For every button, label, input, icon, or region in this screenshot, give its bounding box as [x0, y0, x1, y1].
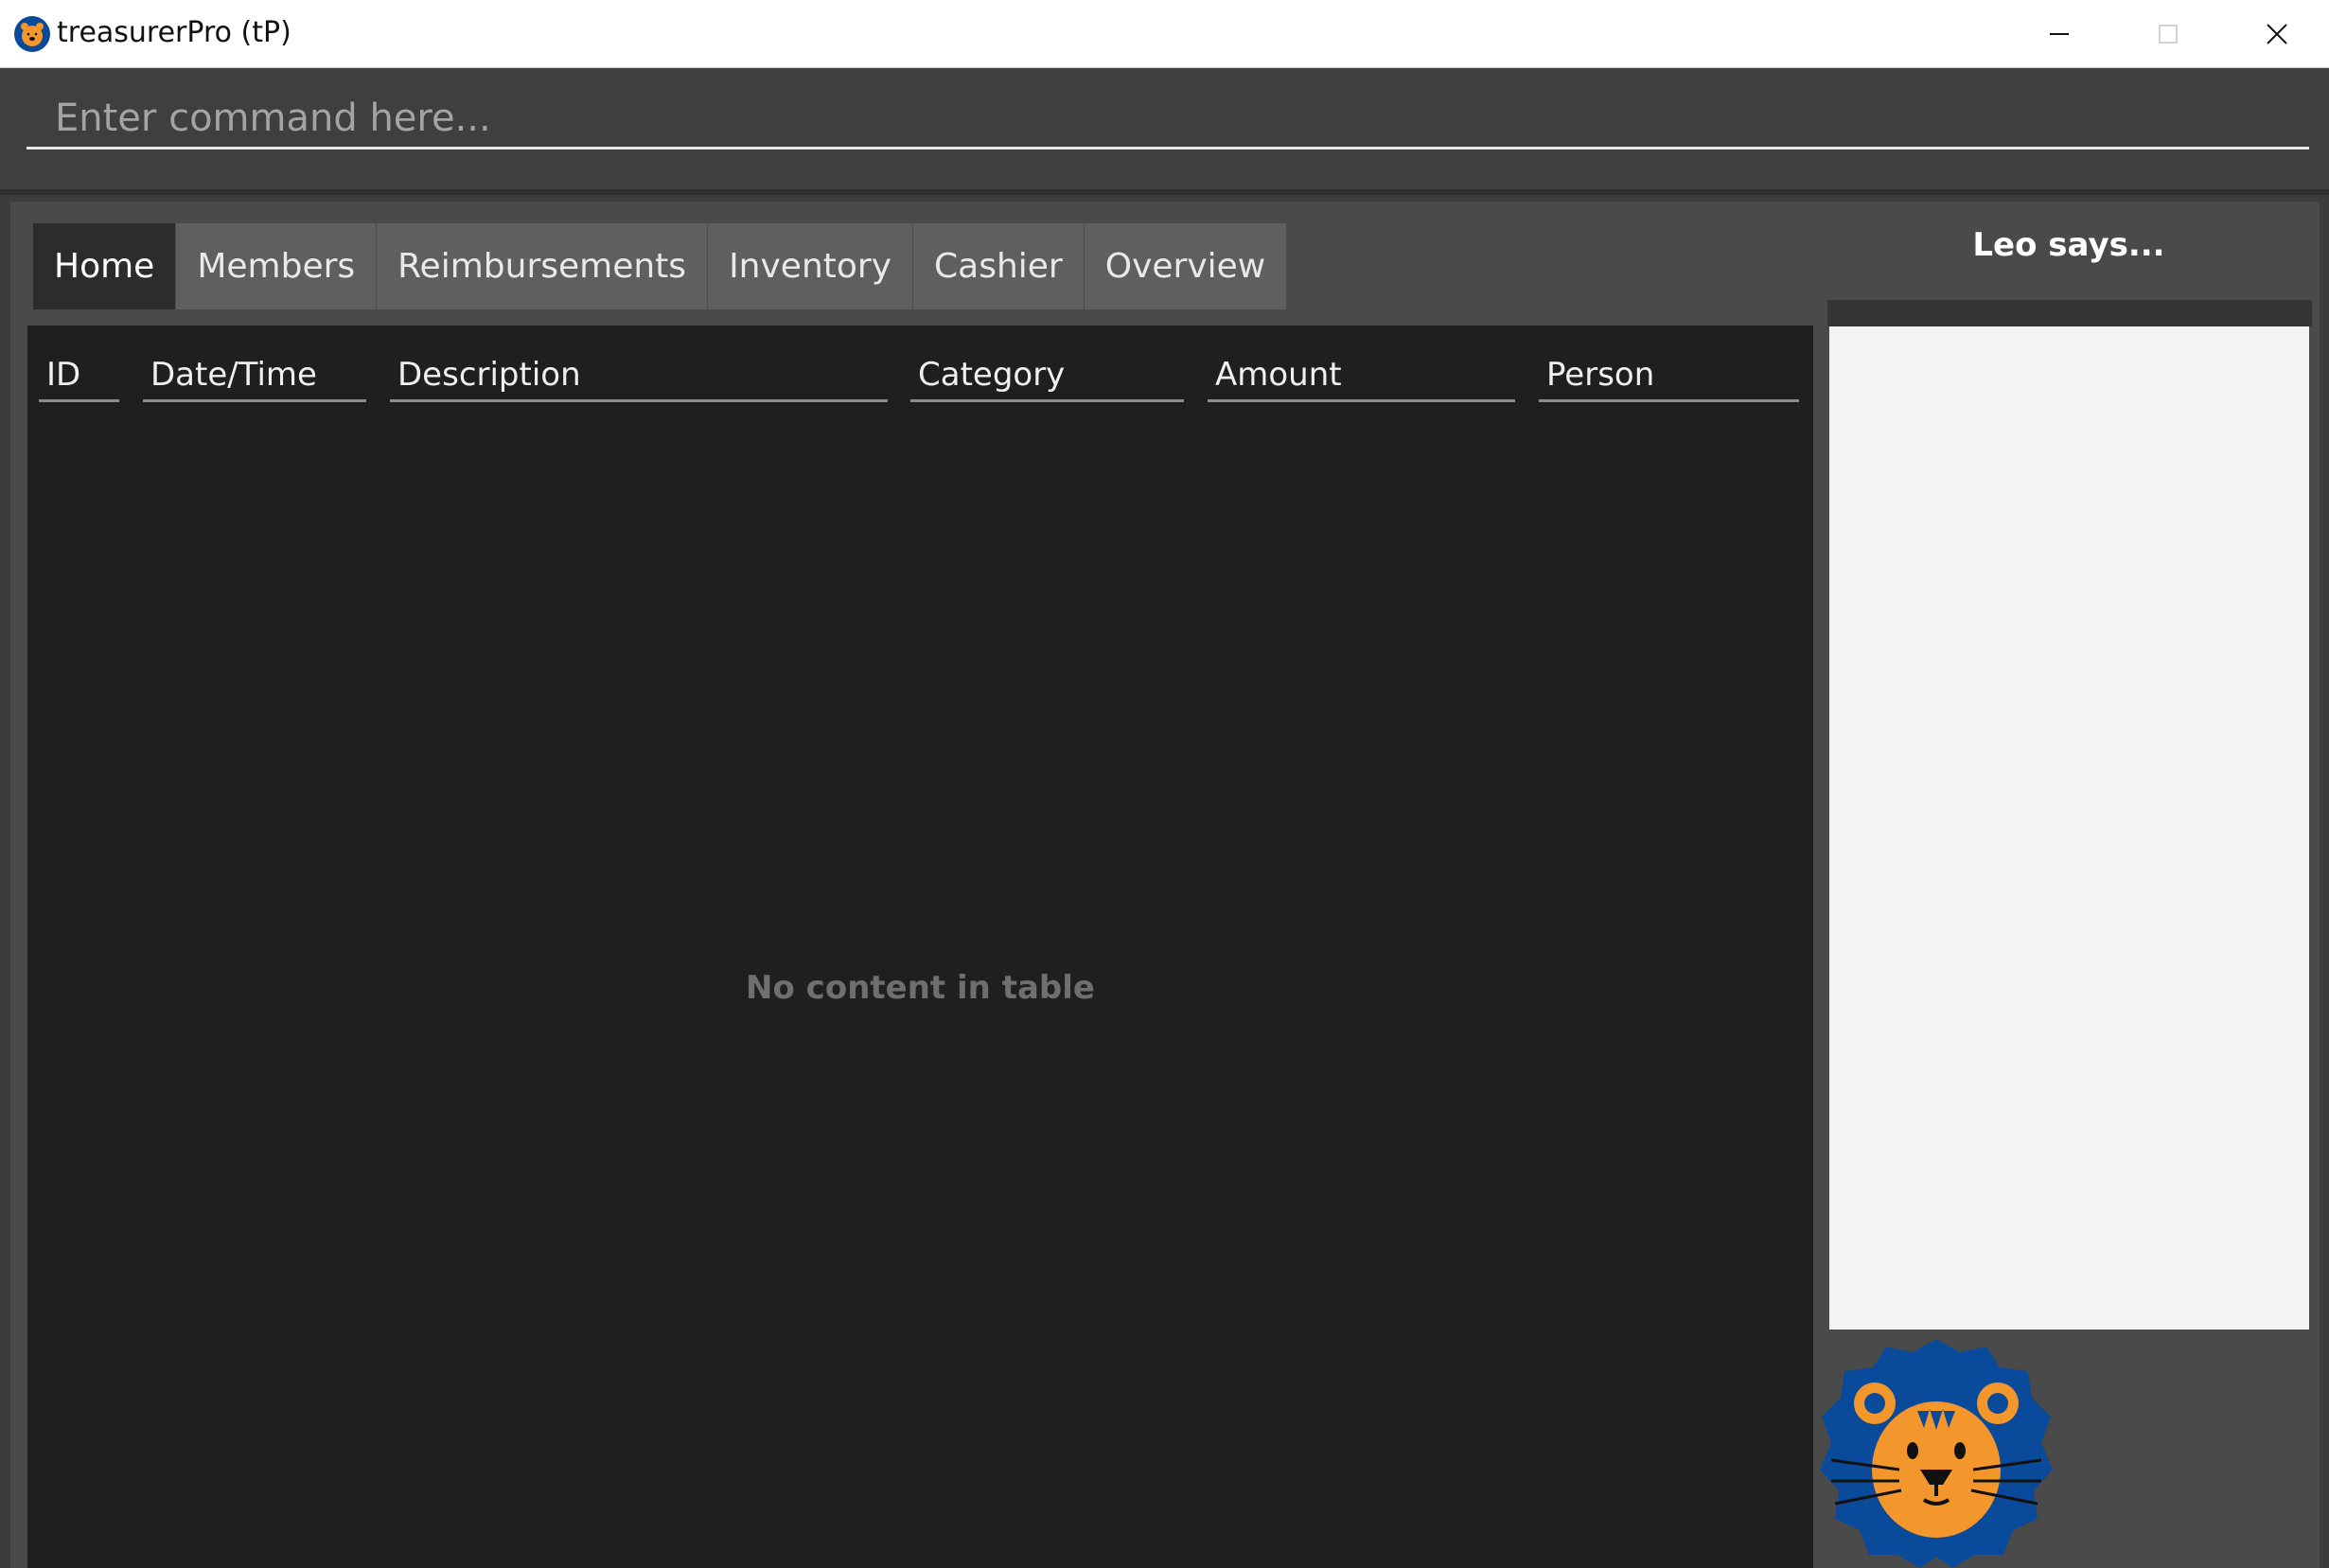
column-header-datetime[interactable]: Date/Time [143, 349, 366, 402]
tab-inventory[interactable]: Inventory [708, 223, 914, 309]
tab-home[interactable]: Home [33, 223, 177, 309]
empty-table-message: No content in table [746, 969, 1095, 1007]
command-input[interactable] [26, 89, 2309, 150]
minimize-icon [2049, 33, 2069, 35]
title-bar: treasurerPro (tP) [0, 0, 2329, 68]
transactions-table[interactable]: ID Date/Time Description Category Amount… [27, 326, 1813, 1568]
column-header-id[interactable]: ID [39, 349, 119, 402]
tab-bar: Home Members Reimbursements Inventory Ca… [33, 223, 1288, 309]
tab-overview[interactable]: Overview [1084, 223, 1288, 309]
window-title: treasurerPro (tP) [57, 16, 291, 49]
divider [0, 189, 2329, 195]
leo-header-strip [1827, 300, 2312, 326]
leo-message-box [1829, 326, 2309, 1330]
column-header-category[interactable]: Category [910, 349, 1184, 402]
main-area: Home Members Reimbursements Inventory Ca… [10, 202, 2320, 1568]
maximize-icon [2158, 25, 2178, 44]
column-header-amount[interactable]: Amount [1208, 349, 1515, 402]
leo-title: Leo says... [1972, 226, 2165, 264]
close-button[interactable] [2222, 0, 2329, 68]
command-bar [0, 68, 2329, 196]
tab-members[interactable]: Members [176, 223, 378, 309]
lion-icon [14, 16, 50, 52]
column-header-description[interactable]: Description [390, 349, 888, 402]
maximize-button[interactable] [2113, 0, 2222, 68]
column-header-person[interactable]: Person [1539, 349, 1799, 402]
close-icon [2266, 24, 2287, 44]
minimize-button[interactable] [2004, 0, 2113, 68]
tab-cashier[interactable]: Cashier [913, 223, 1085, 309]
lion-mascot-icon [1820, 1339, 2053, 1568]
tab-reimbursements[interactable]: Reimbursements [377, 223, 709, 309]
